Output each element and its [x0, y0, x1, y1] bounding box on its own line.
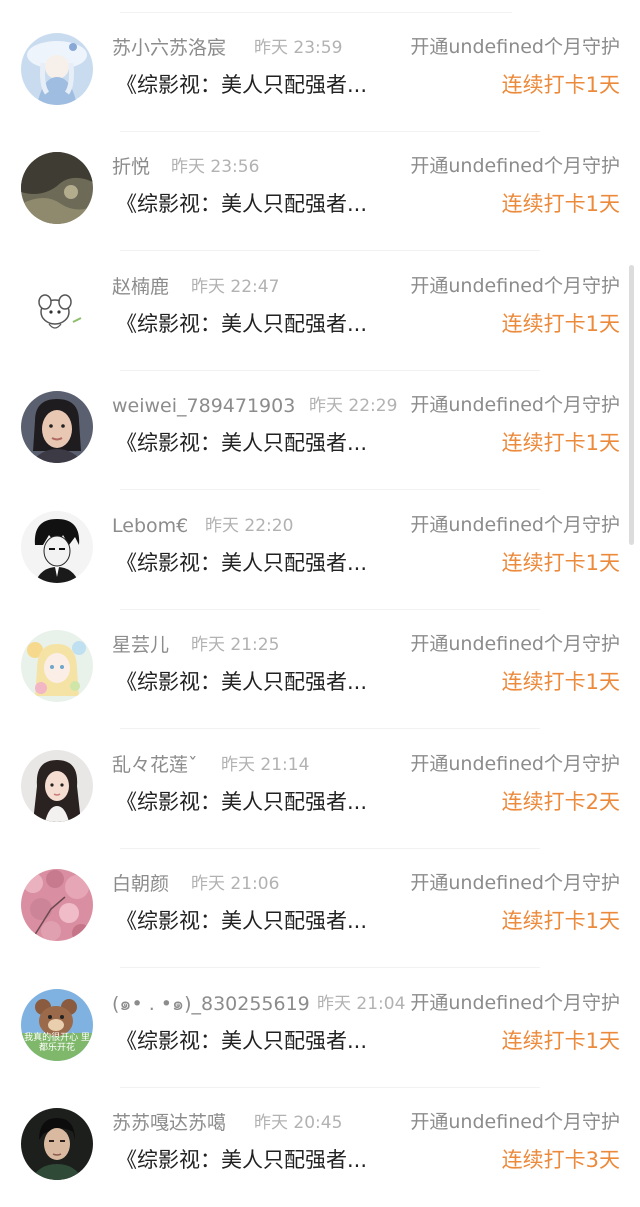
timestamp: 昨天 21:25: [191, 635, 280, 655]
divider: [120, 967, 540, 968]
user-name: 白朝颜: [112, 873, 170, 895]
avatar[interactable]: [21, 391, 93, 463]
guard-text: 开通undefined个月守护: [410, 274, 620, 298]
streak-text: 连续打卡1天: [501, 192, 620, 216]
book-title[interactable]: 《综影视：美人只配强者...: [116, 72, 367, 98]
avatar[interactable]: 我真的很开心 里都乐开花: [21, 989, 93, 1061]
avatar[interactable]: [21, 1108, 93, 1180]
list-item[interactable]: 折悦 昨天 23:56 开通undefined个月守护 《综影视：美人只配强者.…: [0, 132, 640, 251]
user-name: 折悦: [112, 156, 151, 178]
timestamp: 昨天 21:06: [191, 874, 280, 894]
user-name: 赵楠鹿: [112, 276, 170, 298]
book-title[interactable]: 《综影视：美人只配强者...: [116, 430, 367, 456]
user-name: 苏小六苏洛宸: [112, 37, 227, 59]
streak-text: 连续打卡1天: [501, 909, 620, 933]
streak-text: 连续打卡1天: [501, 431, 620, 455]
timestamp: 昨天 22:29: [309, 396, 398, 416]
user-name: 乱々花莲ˇ: [112, 754, 198, 776]
book-title[interactable]: 《综影视：美人只配强者...: [116, 550, 367, 576]
timestamp: 昨天 21:04: [317, 994, 406, 1014]
streak-text: 连续打卡3天: [501, 1148, 620, 1172]
guard-text: 开通undefined个月守护: [410, 154, 620, 178]
book-title[interactable]: 《综影视：美人只配强者...: [116, 311, 367, 337]
book-title[interactable]: 《综影视：美人只配强者...: [116, 191, 367, 217]
list-item[interactable]: 星芸儿 昨天 21:25 开通undefined个月守护 《综影视：美人只配强者…: [0, 610, 640, 729]
guard-text: 开通undefined个月守护: [410, 632, 620, 656]
book-title[interactable]: 《综影视：美人只配强者...: [116, 1147, 367, 1173]
timestamp: 昨天 20:45: [254, 1113, 343, 1133]
list-item[interactable]: weiwei_789471903 昨天 22:29 开通undefined个月守…: [0, 371, 640, 490]
guard-text: 开通undefined个月守护: [410, 752, 620, 776]
timestamp: 昨天 23:56: [171, 157, 260, 177]
streak-text: 连续打卡1天: [501, 1029, 620, 1053]
book-title[interactable]: 《综影视：美人只配强者...: [116, 908, 367, 934]
user-name: Lebom€: [112, 515, 189, 537]
streak-text: 连续打卡1天: [501, 73, 620, 97]
list-item[interactable]: 赵楠鹿 昨天 22:47 开通undefined个月守护 《综影视：美人只配强者…: [0, 252, 640, 371]
user-name: 苏苏嘎达苏噶: [112, 1112, 227, 1134]
book-title[interactable]: 《综影视：美人只配强者...: [116, 789, 367, 815]
timestamp: 昨天 22:20: [205, 516, 294, 536]
guard-text: 开通undefined个月守护: [410, 991, 620, 1015]
user-name: (๑• . •๑)_830255619: [112, 993, 310, 1015]
avatar[interactable]: [21, 152, 93, 224]
avatar[interactable]: [21, 33, 93, 105]
list-item[interactable]: 白朝颜 昨天 21:06 开通undefined个月守护 《综影视：美人只配强者…: [0, 849, 640, 968]
avatar-caption: 我真的很开心 里都乐开花: [24, 1033, 90, 1053]
guard-text: 开通undefined个月守护: [410, 871, 620, 895]
guard-text: 开通undefined个月守护: [410, 1110, 620, 1134]
avatar[interactable]: [21, 272, 93, 344]
list-item[interactable]: 苏小六苏洛宸 昨天 23:59 开通undefined个月守护 《综影视：美人只…: [0, 13, 640, 132]
list-item[interactable]: Lebom€ 昨天 22:20 开通undefined个月守护 《综影视：美人只…: [0, 491, 640, 610]
list-item[interactable]: 苏苏嘎达苏噶 昨天 20:45 开通undefined个月守护 《综影视：美人只…: [0, 1088, 640, 1207]
scrollbar[interactable]: [629, 265, 634, 545]
guard-text: 开通undefined个月守护: [410, 35, 620, 59]
divider: [120, 728, 540, 729]
list-item[interactable]: 乱々花莲ˇ 昨天 21:14 开通undefined个月守护 《综影视：美人只配…: [0, 730, 640, 849]
timestamp: 昨天 22:47: [191, 277, 280, 297]
user-name: weiwei_789471903: [112, 395, 296, 417]
book-title[interactable]: 《综影视：美人只配强者...: [116, 669, 367, 695]
divider: [120, 489, 540, 490]
streak-text: 连续打卡1天: [501, 312, 620, 336]
streak-text: 连续打卡1天: [501, 551, 620, 575]
list-item[interactable]: 我真的很开心 里都乐开花 (๑• . •๑)_830255619 昨天 21:0…: [0, 969, 640, 1088]
guard-list: 苏小六苏洛宸 昨天 23:59 开通undefined个月守护 《综影视：美人只…: [0, 0, 640, 1203]
avatar[interactable]: [21, 630, 93, 702]
avatar[interactable]: [21, 869, 93, 941]
user-name: 星芸儿: [112, 634, 170, 656]
streak-text: 连续打卡2天: [501, 790, 620, 814]
avatar[interactable]: [21, 511, 93, 583]
divider: [120, 250, 540, 251]
book-title[interactable]: 《综影视：美人只配强者...: [116, 1028, 367, 1054]
timestamp: 昨天 23:59: [254, 38, 343, 58]
streak-text: 连续打卡1天: [501, 670, 620, 694]
guard-text: 开通undefined个月守护: [410, 393, 620, 417]
guard-text: 开通undefined个月守护: [410, 513, 620, 537]
avatar[interactable]: [21, 750, 93, 822]
timestamp: 昨天 21:14: [221, 755, 310, 775]
